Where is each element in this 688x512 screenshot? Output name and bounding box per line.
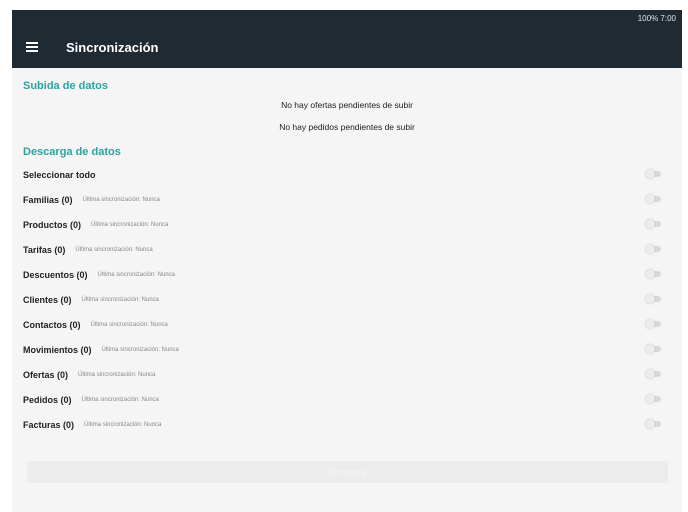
download-row-tarifas: Tarifas (0) Última sincronización: Nunca <box>23 237 671 262</box>
toggle-productos[interactable] <box>645 219 661 229</box>
row-label: Clientes (0) <box>23 294 72 305</box>
sync-button[interactable]: Sincronizar <box>27 461 668 483</box>
row-label: Facturas (0) <box>23 419 75 430</box>
row-sync-status: Última sincronización: Nunca <box>75 246 153 253</box>
toggle-clientes[interactable] <box>645 294 661 304</box>
row-sync-status: Última sincronización: Nunca <box>81 396 159 403</box>
row-sync-status: Última sincronización: Nunca <box>97 271 175 278</box>
row-label: Movimientos (0) <box>23 344 92 355</box>
upload-message-offers: No hay ofertas pendientes de subir <box>281 100 413 110</box>
toggle-facturas[interactable] <box>645 419 661 429</box>
status-text: 100% 7:00 <box>637 13 676 23</box>
row-label: Descuentos (0) <box>23 269 88 280</box>
status-bar: 100% 7:00 <box>12 10 682 26</box>
download-list: Seleccionar todo Familias (0) Última sin… <box>23 162 671 437</box>
menu-icon[interactable] <box>26 42 38 52</box>
toggle-ofertas[interactable] <box>645 369 661 379</box>
select-all-toggle[interactable] <box>645 169 661 179</box>
row-sync-status: Última sincronización: Nunca <box>81 296 159 303</box>
upload-message-orders: No hay pedidos pendientes de subir <box>279 122 415 132</box>
row-sync-status: Última sincronización: Nunca <box>90 321 168 328</box>
download-section-title: Descarga de datos <box>23 146 121 158</box>
download-row-pedidos: Pedidos (0) Última sincronización: Nunca <box>23 387 671 412</box>
toggle-tarifas[interactable] <box>645 244 661 254</box>
row-sync-status: Última sincronización: Nunca <box>78 371 156 378</box>
row-label: Productos (0) <box>23 219 82 230</box>
download-row-facturas: Facturas (0) Última sincronización: Nunc… <box>23 412 671 437</box>
toggle-familias[interactable] <box>645 194 661 204</box>
download-row-contactos: Contactos (0) Última sincronización: Nun… <box>23 312 671 337</box>
row-sync-status: Última sincronización: Nunca <box>91 221 169 228</box>
download-row-clientes: Clientes (0) Última sincronización: Nunc… <box>23 287 671 312</box>
download-row-ofertas: Ofertas (0) Última sincronización: Nunca <box>23 362 671 387</box>
download-row-familias: Familias (0) Última sincronización: Nunc… <box>23 187 671 212</box>
select-all-row: Seleccionar todo <box>23 162 671 187</box>
row-sync-status: Última sincronización: Nunca <box>101 346 179 353</box>
download-row-productos: Productos (0) Última sincronización: Nun… <box>23 212 671 237</box>
row-sync-status: Última sincronización: Nunca <box>82 196 160 203</box>
row-label: Pedidos (0) <box>23 394 72 405</box>
toggle-pedidos[interactable] <box>645 394 661 404</box>
device-screen: 100% 7:00 Sincronización Subida de datos… <box>12 10 682 512</box>
toggle-movimientos[interactable] <box>645 344 661 354</box>
select-all-label: Seleccionar todo <box>23 169 96 180</box>
row-label: Contactos (0) <box>23 319 81 330</box>
toggle-contactos[interactable] <box>645 319 661 329</box>
row-label: Familias (0) <box>23 194 73 205</box>
row-sync-status: Última sincronización: Nunca <box>84 421 162 428</box>
toggle-descuentos[interactable] <box>645 269 661 279</box>
row-label: Tarifas (0) <box>23 244 66 255</box>
row-label: Ofertas (0) <box>23 369 69 380</box>
download-row-descuentos: Descuentos (0) Última sincronización: Nu… <box>23 262 671 287</box>
app-bar: Sincronización <box>12 26 682 68</box>
page-title: Sincronización <box>66 39 159 55</box>
download-row-movimientos: Movimientos (0) Última sincronización: N… <box>23 337 671 362</box>
main-content: Subida de datos No hay ofertas pendiente… <box>12 80 682 437</box>
upload-section-title: Subida de datos <box>23 80 108 92</box>
